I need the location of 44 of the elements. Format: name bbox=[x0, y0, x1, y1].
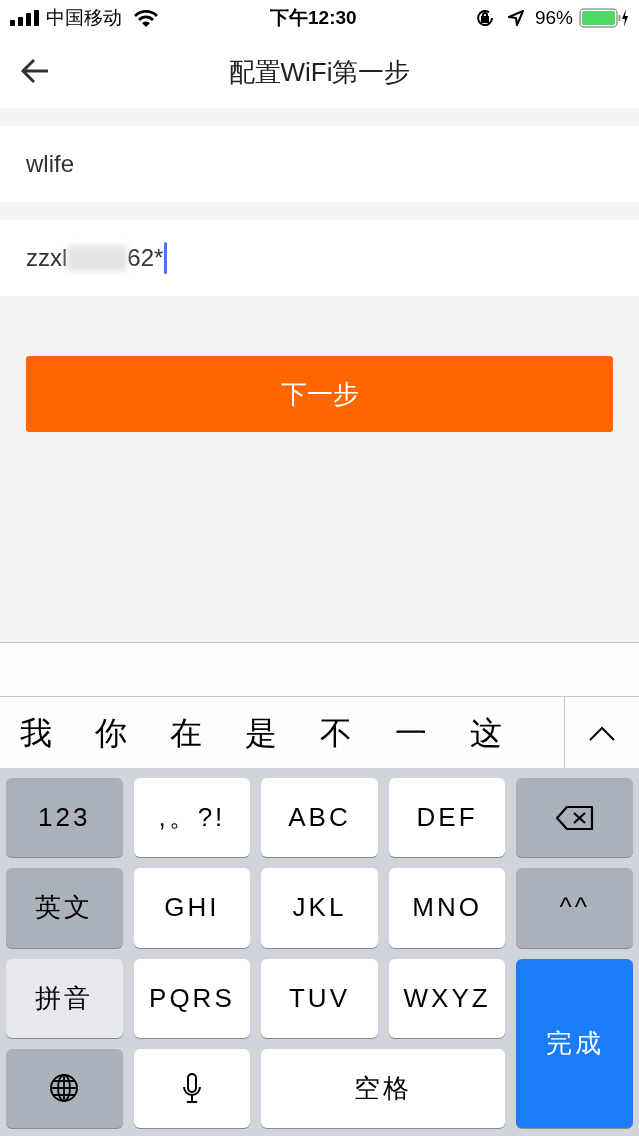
battery-percent: 96% bbox=[534, 5, 573, 30]
candidate-word[interactable]: 我 bbox=[20, 708, 52, 757]
keyboard-key[interactable]: TUV bbox=[261, 958, 378, 1038]
wifi-icon bbox=[134, 9, 158, 27]
globe-key[interactable] bbox=[6, 1048, 123, 1128]
keyboard-key[interactable]: WXYZ bbox=[388, 958, 506, 1038]
keyboard-key[interactable]: ,。?! bbox=[133, 778, 251, 858]
candidate-word[interactable]: 是 bbox=[245, 708, 277, 757]
keyboard-key[interactable]: MNO bbox=[388, 868, 506, 948]
blurred-text bbox=[67, 245, 128, 271]
password-start-text: zzxl bbox=[26, 243, 68, 273]
keyboard-key[interactable]: 拼音 bbox=[6, 958, 123, 1038]
keyboard-key[interactable]: PQRS bbox=[133, 958, 251, 1038]
space-key[interactable]: 空格 bbox=[261, 1048, 506, 1128]
candidate-word[interactable]: 这 bbox=[470, 708, 502, 757]
keyboard-key[interactable]: ^^ bbox=[516, 868, 633, 948]
keyboard-key[interactable]: GHI bbox=[133, 868, 251, 948]
keyboard-key[interactable]: 英文 bbox=[6, 868, 123, 948]
back-arrow-icon bbox=[20, 58, 50, 84]
keyboard-key[interactable]: JKL bbox=[261, 868, 378, 948]
wifi-name-field[interactable]: wlife bbox=[0, 126, 639, 202]
keyboard-key[interactable]: ABC bbox=[261, 778, 378, 858]
candidate-word[interactable]: 在 bbox=[170, 708, 202, 757]
carrier-name: 中国移动 bbox=[46, 5, 122, 30]
microphone-icon bbox=[180, 1072, 203, 1105]
candidate-word[interactable]: 一 bbox=[395, 708, 427, 757]
candidate-word[interactable]: 你 bbox=[95, 708, 127, 757]
page-title: 配置WiFi第一步 bbox=[228, 55, 411, 89]
rotation-lock-icon bbox=[474, 8, 495, 28]
candidate-word[interactable]: 不 bbox=[320, 708, 352, 757]
keyboard-key[interactable]: DEF bbox=[388, 778, 506, 858]
password-end-text: 62* bbox=[127, 243, 164, 273]
field-value: wlife bbox=[26, 149, 74, 179]
chevron-up-icon bbox=[588, 724, 616, 741]
backspace-key[interactable] bbox=[516, 778, 633, 858]
globe-icon bbox=[49, 1073, 80, 1104]
battery-icon bbox=[579, 7, 629, 29]
keyboard-key[interactable]: 123 bbox=[6, 778, 123, 858]
clock-time: 下午12:30 bbox=[270, 5, 357, 30]
signal-icon bbox=[10, 10, 40, 26]
backspace-icon bbox=[554, 804, 595, 831]
password-field[interactable]: zzxl 62* bbox=[0, 220, 639, 296]
done-key[interactable]: 完成 bbox=[516, 958, 633, 1128]
location-icon bbox=[506, 9, 525, 27]
